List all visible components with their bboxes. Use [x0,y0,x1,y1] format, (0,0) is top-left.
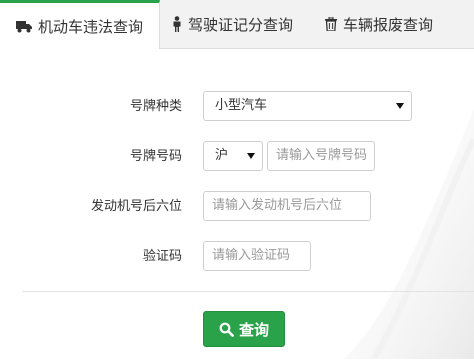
engine-number-input[interactable]: 请输入发动机号后六位 [203,191,371,221]
chevron-down-icon [396,103,404,109]
plate-number-label: 号牌号码 [129,149,182,164]
tab-vehicle-scrap[interactable]: 车辆报废查询 [325,0,433,48]
query-button-label: 查询 [238,320,269,339]
captcha-row: 验证码 请输入验证码 [0,241,474,273]
plate-prefix-value: 沪 [215,148,229,163]
engine-number-placeholder: 请输入发动机号后六位 [212,198,343,213]
tab-label: 机动车违法查询 [37,17,143,36]
person-icon [172,16,182,32]
plate-prefix-select[interactable]: 沪 [203,141,263,171]
form-divider [22,291,474,292]
engine-label: 发动机号后六位 [90,199,182,214]
tab-vehicle-violation[interactable]: 机动车违法查询 [0,0,160,49]
engine-row: 发动机号后六位 请输入发动机号后六位 [0,191,474,223]
plate-type-value: 小型汽车 [215,98,268,113]
captcha-input[interactable]: 请输入验证码 [203,241,311,271]
query-panel: 号牌种类 小型汽车 号牌号码 沪 请输入号牌号码 发动机号后六位 请输入发动机号… [0,49,474,361]
tab-label: 驾驶证记分查询 [188,15,294,34]
plate-number-placeholder: 请输入号牌号码 [276,148,368,163]
captcha-placeholder: 请输入验证码 [212,248,291,263]
plate-type-row: 号牌种类 小型汽车 [0,91,474,123]
tab-bar: 机动车违法查询 驾驶证记分查询 车辆报废查询 [0,0,474,49]
tab-license-points[interactable]: 驾驶证记分查询 [172,0,293,48]
search-icon [219,322,234,337]
tab-label: 车辆报废查询 [343,15,434,34]
trash-icon [325,17,337,31]
plate-number-input[interactable]: 请输入号牌号码 [267,141,375,171]
query-button[interactable]: 查询 [203,311,285,347]
plate-number-row: 号牌号码 沪 请输入号牌号码 [0,141,474,173]
captcha-label: 验证码 [142,249,182,264]
plate-type-label: 号牌种类 [129,99,182,114]
chevron-down-icon [247,153,255,159]
plate-type-select[interactable]: 小型汽车 [203,91,412,121]
truck-icon [15,20,32,33]
